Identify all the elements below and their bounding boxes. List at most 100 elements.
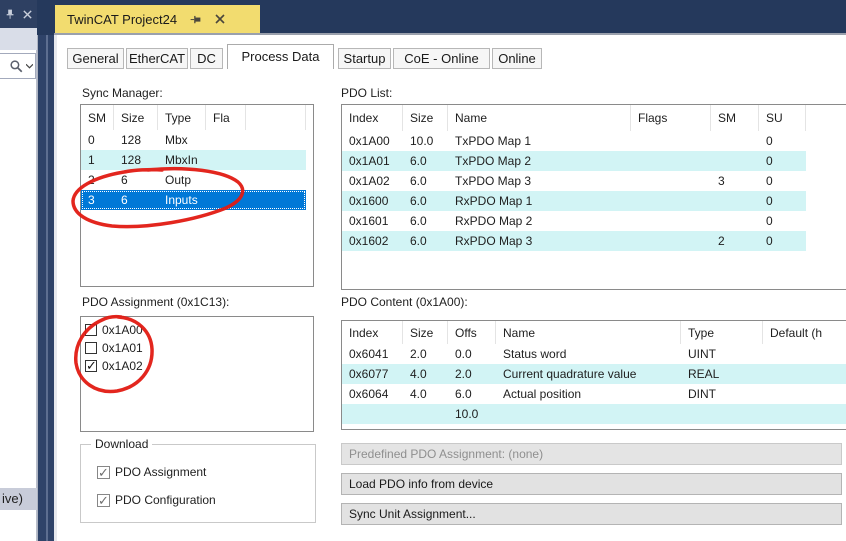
cell-size: 6.0 <box>403 234 448 248</box>
column-header-sm[interactable]: SM <box>81 105 114 130</box>
cell-index: 0x1600 <box>342 194 403 208</box>
cell-sm: 3 <box>711 174 759 188</box>
close-icon[interactable] <box>214 13 226 25</box>
cell-name: RxPDO Map 1 <box>448 194 631 208</box>
pdo-list-label: PDO List: <box>341 86 392 100</box>
table-row[interactable]: 0x1A00 10.0 TxPDO Map 1 0 <box>342 131 806 151</box>
checkbox-label: PDO Configuration <box>115 493 216 507</box>
chevron-down-icon[interactable] <box>26 63 33 69</box>
cell-size: 6.0 <box>403 214 448 228</box>
table-row[interactable]: 1 128 MbxIn <box>81 150 306 170</box>
tab-general[interactable]: General <box>67 48 124 69</box>
table-row[interactable]: 0x1602 6.0 RxPDO Map 3 2 0 <box>342 231 806 251</box>
cell-sm: 1 <box>81 153 114 167</box>
cell-name: Current quadrature value <box>496 367 681 381</box>
table-row-selected[interactable]: 3 6 Inputs <box>81 190 306 210</box>
tab-coe-online[interactable]: CoE - Online <box>393 48 490 69</box>
cell-su: 0 <box>759 134 806 148</box>
pin-icon[interactable] <box>189 13 202 26</box>
cell-size: 2.0 <box>403 347 448 361</box>
column-header-type[interactable]: Type <box>158 105 206 130</box>
cell-name: RxPDO Map 3 <box>448 234 631 248</box>
checkbox-0x1a01[interactable] <box>85 342 97 354</box>
pdo-assignment-item[interactable]: 0x1A00 <box>81 321 313 339</box>
pdo-assignment-item[interactable]: 0x1A02 <box>81 357 313 375</box>
cell-index: 0x1A00 <box>342 134 403 148</box>
column-header-fla[interactable]: Fla <box>206 105 246 130</box>
tab-online[interactable]: Online <box>492 48 542 69</box>
pin-icon[interactable] <box>4 8 16 21</box>
table-row[interactable]: 2 6 Outp <box>81 170 306 190</box>
cell-name: Actual position <box>496 387 681 401</box>
table-row[interactable]: 0x6041 2.0 0.0 Status word UINT <box>342 344 846 364</box>
sync-unit-assignment-button[interactable]: Sync Unit Assignment... <box>341 503 842 525</box>
tab-startup[interactable]: Startup <box>338 48 391 69</box>
table-row[interactable]: 0x1601 6.0 RxPDO Map 2 0 <box>342 211 806 231</box>
cell-size: 6.0 <box>403 194 448 208</box>
column-header-su[interactable]: SU <box>759 105 806 131</box>
download-item[interactable]: PDO Configuration <box>97 491 216 509</box>
document-tab-twincat-project24[interactable]: TwinCAT Project24 <box>55 5 260 33</box>
column-header-name[interactable]: Name <box>496 321 681 344</box>
cell-name: RxPDO Map 2 <box>448 214 631 228</box>
tab-dc[interactable]: DC <box>190 48 223 69</box>
column-header-default[interactable]: Default (h <box>763 321 846 344</box>
column-header-name[interactable]: Name <box>448 105 631 131</box>
cell-type: Inputs <box>158 193 206 207</box>
cell-type: DINT <box>681 387 763 401</box>
table-row[interactable]: 0x6064 4.0 6.0 Actual position DINT <box>342 384 846 404</box>
table-row[interactable]: 0 128 Mbx <box>81 130 306 150</box>
column-header-size[interactable]: Size <box>114 105 158 130</box>
document-tab-title: TwinCAT Project24 <box>67 12 177 27</box>
close-icon[interactable] <box>22 9 33 20</box>
column-header-index[interactable]: Index <box>342 105 403 131</box>
document-well-edge <box>54 35 57 541</box>
table-row[interactable]: 0x1A01 6.0 TxPDO Map 2 0 <box>342 151 806 171</box>
cell-offs: 2.0 <box>448 367 496 381</box>
table-row[interactable]: 0x1600 6.0 RxPDO Map 1 0 <box>342 191 806 211</box>
column-header-flags[interactable]: Flags <box>631 105 711 131</box>
cell-index: 0x6064 <box>342 387 403 401</box>
cell-su: 0 <box>759 194 806 208</box>
checkbox-label: 0x1A00 <box>102 323 143 337</box>
cell-sm: 2 <box>81 173 114 187</box>
cell-offs: 0.0 <box>448 347 496 361</box>
table-row[interactable]: 10.0 <box>342 404 846 424</box>
load-pdo-info-button[interactable]: Load PDO info from device <box>341 473 842 495</box>
checkbox-pdo-assignment[interactable] <box>97 466 110 479</box>
cell-size: 6 <box>114 173 158 187</box>
column-header-index[interactable]: Index <box>342 321 403 344</box>
cell-index: 0x1601 <box>342 214 403 228</box>
cell-sm: 0 <box>81 133 114 147</box>
cell-size: 128 <box>114 133 158 147</box>
cell-name: TxPDO Map 3 <box>448 174 631 188</box>
panel-splitter[interactable] <box>37 0 55 541</box>
cell-size: 4.0 <box>403 367 448 381</box>
table-row[interactable]: 0x6077 4.0 2.0 Current quadrature value … <box>342 364 846 384</box>
column-header-sm[interactable]: SM <box>711 105 759 131</box>
table-row[interactable]: 0x1A02 6.0 TxPDO Map 3 3 0 <box>342 171 806 191</box>
download-group: Download PDO Assignment PDO Configuratio… <box>80 444 316 523</box>
cell-index: 0x1602 <box>342 234 403 248</box>
cell-type: Mbx <box>158 133 206 147</box>
column-header-type[interactable]: Type <box>681 321 763 344</box>
pdo-content-table: Index Size Offs Name Type Default (h 0x6… <box>341 320 846 430</box>
checkbox-0x1a00[interactable] <box>85 324 97 336</box>
checkbox-0x1a02[interactable] <box>85 360 97 372</box>
checkbox-pdo-configuration[interactable] <box>97 494 110 507</box>
cell-type: UINT <box>681 347 763 361</box>
tab-ethercat[interactable]: EtherCAT <box>126 48 188 69</box>
cell-name: TxPDO Map 2 <box>448 154 631 168</box>
column-header-size[interactable]: Size <box>403 105 448 131</box>
sync-manager-table: SM Size Type Fla 0 128 Mbx 1 128 MbxIn 2… <box>80 104 314 287</box>
tab-process-data[interactable]: Process Data <box>227 44 334 69</box>
cell-size: 128 <box>114 153 158 167</box>
column-header-offs[interactable]: Offs <box>448 321 496 344</box>
download-item[interactable]: PDO Assignment <box>97 463 206 481</box>
search-input[interactable] <box>0 53 36 79</box>
tree-item-selected[interactable]: ive) <box>0 488 37 510</box>
pdo-content-header: Index Size Offs Name Type Default (h <box>342 321 846 344</box>
cell-index: 0x1A01 <box>342 154 403 168</box>
pdo-assignment-item[interactable]: 0x1A01 <box>81 339 313 357</box>
column-header-size[interactable]: Size <box>403 321 448 344</box>
